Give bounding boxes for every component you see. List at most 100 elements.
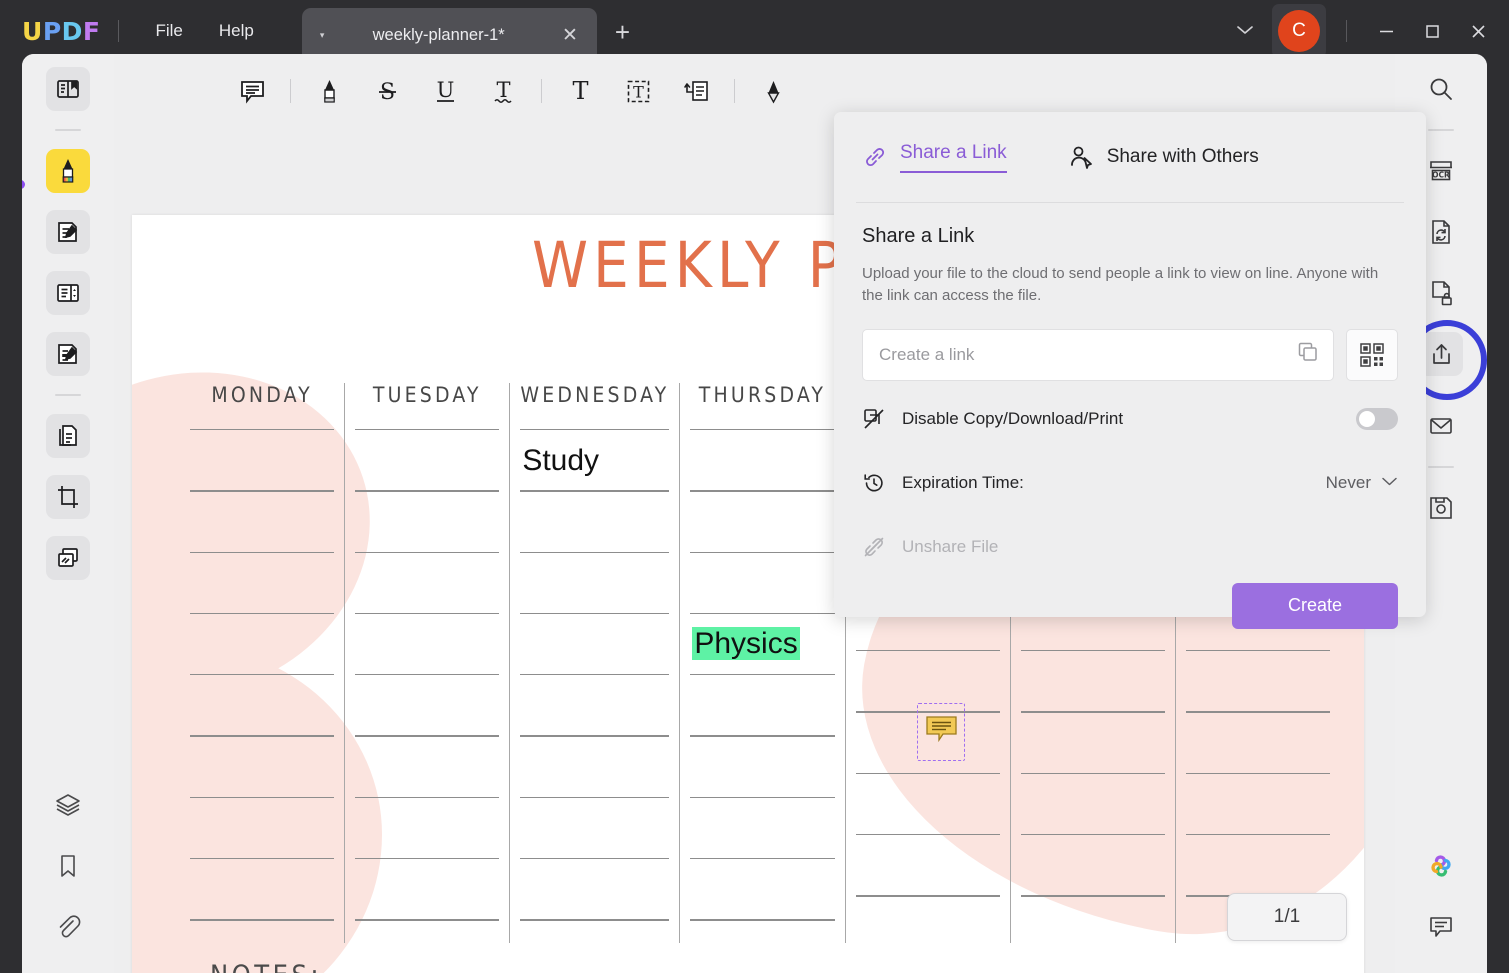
share-panel-body: Share a Link Upload your file to the clo…	[834, 203, 1426, 573]
planner-column-header: WEDNESDAY	[520, 383, 670, 407]
create-link-placeholder: Create a link	[879, 344, 975, 364]
chat-icon[interactable]	[1419, 905, 1463, 949]
planner-rule	[690, 490, 835, 492]
chevron-down-icon[interactable]	[1222, 14, 1268, 49]
minimize-button[interactable]	[1363, 8, 1409, 54]
planner-lines	[190, 429, 335, 921]
tab-close-icon[interactable]: ✕	[557, 24, 583, 47]
planner-rule	[355, 612, 500, 615]
link-icon	[862, 144, 888, 170]
sidebar-attachment-icon[interactable]	[46, 905, 90, 949]
planner-rule	[520, 490, 670, 492]
pencil-icon[interactable]	[751, 70, 795, 112]
squiggly-underline-icon[interactable]: T	[481, 70, 525, 112]
planner-column[interactable]: TUESDAY	[344, 383, 509, 943]
sidebar-edit-text-icon[interactable]	[46, 332, 90, 376]
planner-column-header: MONDAY	[211, 383, 313, 407]
sidebar-crop-icon[interactable]	[46, 475, 90, 519]
underline-icon[interactable]: U	[423, 70, 467, 112]
maximize-button[interactable]	[1409, 8, 1455, 54]
option-unshare-file-label: Unshare File	[902, 536, 999, 556]
planner-rule	[690, 674, 835, 676]
unsaved-indicator-dot	[22, 180, 25, 189]
planner-entry[interactable]: Physics	[692, 627, 800, 661]
planner-entry[interactable]: Study	[522, 444, 599, 478]
planner-rule	[690, 919, 835, 921]
menu-help[interactable]: Help	[201, 15, 272, 47]
new-tab-button[interactable]: +	[615, 17, 630, 48]
menu-file[interactable]: File	[137, 15, 200, 47]
strikethrough-icon[interactable]: S	[365, 70, 409, 112]
disable-copy-toggle[interactable]	[1356, 407, 1398, 430]
text-box-icon[interactable]: T	[616, 70, 660, 112]
planner-rule	[520, 919, 670, 921]
planner-rule	[190, 735, 335, 737]
tab-dropdown-caret-icon[interactable]: ▾	[320, 30, 325, 41]
callout-icon[interactable]	[674, 70, 718, 112]
svg-text:T: T	[572, 78, 588, 105]
planner-rule	[190, 551, 335, 553]
planner-column[interactable]: THURSDAY Physics	[679, 383, 844, 943]
svg-text:T: T	[633, 82, 644, 101]
planner-rule	[1020, 895, 1165, 897]
notes-label: NOTES:	[210, 960, 1320, 973]
right-sidebar-divider-2	[1428, 466, 1454, 468]
planner-lines	[520, 429, 670, 921]
sidebar-layers-icon[interactable]	[46, 783, 90, 827]
sidebar-highlighter-icon[interactable]	[46, 149, 90, 193]
planner-column[interactable]: WEDNESDAY Study	[509, 383, 679, 943]
option-disable-copy[interactable]: Disable Copy/Download/Print	[862, 393, 1398, 445]
share-panel-footer: Create	[834, 573, 1426, 629]
toolbar-divider-2	[541, 79, 542, 103]
planner-rule	[520, 429, 670, 431]
create-link-input[interactable]: Create a link	[862, 328, 1334, 381]
logo-letter-u: U	[22, 16, 43, 46]
comment-icon[interactable]	[230, 70, 274, 112]
ai-assistant-icon[interactable]	[1419, 844, 1463, 888]
logo-divider	[118, 20, 120, 42]
share-panel: Share a Link Share with Others Share a L	[834, 112, 1426, 629]
option-expiration-time[interactable]: Expiration Time: Never	[862, 457, 1398, 509]
chevron-down-icon[interactable]	[1381, 474, 1398, 492]
search-icon[interactable]	[1419, 67, 1463, 111]
planner-rule	[855, 895, 1000, 897]
comment-note-icon[interactable]	[926, 716, 957, 743]
planner-rule	[355, 490, 500, 492]
sidebar-organize-pages-icon[interactable]	[46, 271, 90, 315]
right-sidebar-divider	[1428, 129, 1454, 131]
planner-rule	[355, 796, 500, 799]
planner-rule	[690, 796, 835, 799]
planner-rule	[520, 612, 670, 615]
create-button[interactable]: Create	[1232, 582, 1398, 629]
sidebar-batch-icon[interactable]	[46, 536, 90, 580]
tab-share-with-others[interactable]: Share with Others	[1069, 133, 1259, 181]
planner-rule	[690, 858, 835, 860]
logo-letter-d: D	[61, 16, 83, 46]
option-expiration-time-label: Expiration Time:	[902, 472, 1024, 492]
planner-rule	[355, 429, 500, 431]
left-sidebar	[22, 54, 114, 973]
sidebar-reader-icon[interactable]	[46, 67, 90, 111]
sidebar-edit-pdf-icon[interactable]	[46, 210, 90, 254]
tab-share-a-link-label: Share a Link	[900, 142, 1007, 173]
planner-rule	[520, 796, 670, 799]
sidebar-convert-icon[interactable]	[46, 414, 90, 458]
tab-share-a-link[interactable]: Share a Link	[862, 133, 1007, 181]
page-indicator[interactable]: 1/1	[1227, 893, 1347, 941]
qr-code-icon[interactable]	[1346, 328, 1398, 381]
title-bar: UPDF File Help ▾ weekly-planner-1* ✕ + C	[0, 0, 1509, 62]
sidebar-bookmark-icon[interactable]	[46, 844, 90, 888]
planner-rule	[1020, 650, 1165, 652]
planner-rule	[1185, 711, 1330, 713]
planner-column[interactable]: MONDAY	[180, 383, 344, 943]
avatar-button[interactable]: C	[1272, 4, 1326, 58]
svg-text:OCR: OCR	[1432, 171, 1450, 180]
planner-rule	[520, 674, 670, 676]
close-button[interactable]	[1455, 8, 1501, 54]
planner-rule	[190, 858, 335, 860]
copy-icon[interactable]	[1297, 341, 1319, 368]
avatar: C	[1278, 10, 1320, 52]
text-icon[interactable]: T	[558, 70, 602, 112]
highlight-icon[interactable]	[307, 70, 351, 112]
planner-rule	[520, 551, 670, 553]
